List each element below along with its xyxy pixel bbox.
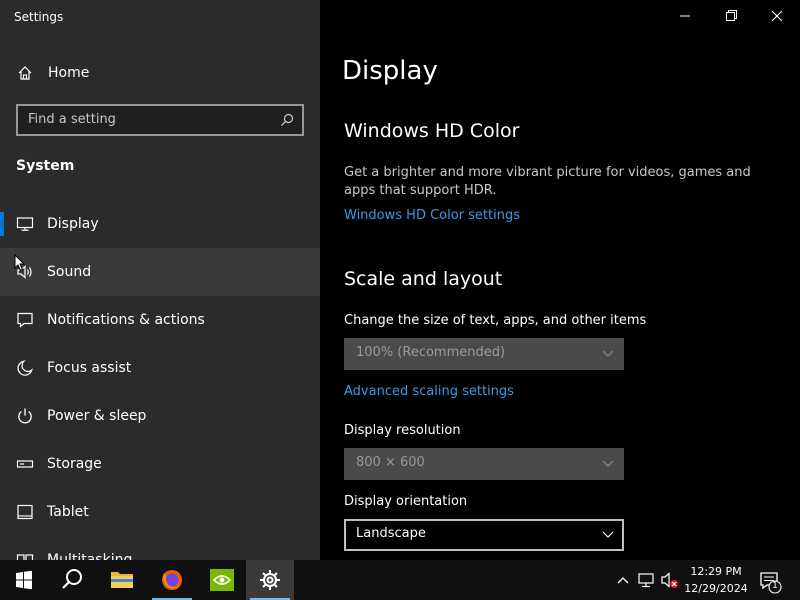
sidebar-item-label: Sound <box>47 264 92 280</box>
orientation-dropdown[interactable]: Landscape <box>344 519 624 551</box>
close-icon <box>771 10 783 22</box>
chevron-down-icon <box>602 531 614 538</box>
sidebar-item-display[interactable]: Display <box>0 200 320 248</box>
search-icon <box>281 113 294 126</box>
section-heading-system: System <box>16 158 75 174</box>
orientation-value: Landscape <box>356 526 426 541</box>
restore-button[interactable] <box>708 0 754 32</box>
sidebar-item-focus-assist[interactable]: Focus assist <box>0 344 320 392</box>
scale-value: 100% (Recommended) <box>356 345 506 360</box>
monitor-icon <box>16 217 34 231</box>
multitasking-icon <box>16 554 34 560</box>
home-icon <box>18 66 32 80</box>
text-size-label: Change the size of text, apps, and other… <box>344 313 647 328</box>
minimize-button[interactable] <box>662 0 708 32</box>
sidebar-item-label: Display <box>47 216 99 232</box>
search-button[interactable] <box>48 560 96 600</box>
sidebar-item-multitasking[interactable]: Multitasking <box>0 536 320 560</box>
action-center-icon <box>760 572 782 594</box>
minimize-icon <box>680 15 690 17</box>
scale-dropdown[interactable]: 100% (Recommended) <box>344 338 624 370</box>
restore-icon <box>726 10 737 21</box>
resolution-dropdown[interactable]: 800 × 600 <box>344 448 624 480</box>
sidebar-item-label: Tablet <box>47 504 89 520</box>
windows-logo-icon <box>16 570 32 590</box>
sidebar-item-storage[interactable]: Storage <box>0 440 320 488</box>
notification-icon <box>17 312 33 328</box>
resolution-value: 800 × 600 <box>356 455 425 470</box>
close-button[interactable] <box>754 0 800 32</box>
sidebar-item-label: Multitasking <box>47 552 133 560</box>
hd-color-settings-link[interactable]: Windows HD Color settings <box>344 208 520 223</box>
sidebar: Settings Home Find a setting System Disp… <box>0 0 320 560</box>
search-placeholder: Find a setting <box>28 112 116 127</box>
start-button[interactable] <box>0 560 48 600</box>
tablet-icon <box>17 504 33 520</box>
network-button[interactable] <box>636 560 658 600</box>
hd-color-description: Get a brighter and more vibrant picture … <box>344 165 751 198</box>
firefox-button[interactable] <box>148 560 196 600</box>
sidebar-item-power-sleep[interactable]: Power & sleep <box>0 392 320 440</box>
show-hidden-icons-button[interactable] <box>612 560 634 600</box>
chevron-down-icon <box>602 460 614 467</box>
sidebar-nav: Display Sound Notifications & actions Fo… <box>0 200 320 560</box>
chevron-up-icon <box>617 577 629 584</box>
content-pane: Display Windows HD Color Get a brighter … <box>320 0 800 560</box>
nvidia-button[interactable] <box>198 560 246 600</box>
sidebar-item-label: Notifications & actions <box>47 312 205 328</box>
clock-time: 12:29 PM <box>690 565 742 578</box>
folder-icon <box>111 572 133 588</box>
sidebar-item-label: Power & sleep <box>47 408 147 424</box>
action-center-button[interactable]: 1 <box>754 560 790 600</box>
nvidia-icon <box>210 569 234 591</box>
sidebar-item-label: Storage <box>47 456 102 472</box>
volume-button[interactable] <box>658 560 682 600</box>
home-button[interactable]: Home <box>0 56 320 90</box>
home-label: Home <box>48 65 90 81</box>
chevron-down-icon <box>602 350 614 357</box>
network-icon <box>638 573 654 588</box>
sidebar-item-tablet[interactable]: Tablet <box>0 488 320 536</box>
notification-count-badge: 1 <box>772 581 778 591</box>
mouse-cursor-icon <box>14 254 26 272</box>
clock-date: 12/29/2024 <box>684 582 748 595</box>
clock[interactable]: 12:29 PM 12/29/2024 <box>682 563 750 597</box>
gear-icon <box>260 570 280 590</box>
moon-icon <box>17 360 33 376</box>
page-title: Display <box>342 56 438 86</box>
search-input[interactable]: Find a setting <box>16 104 304 136</box>
volume-muted-icon <box>661 572 678 588</box>
storage-icon <box>16 460 34 468</box>
scale-layout-heading: Scale and layout <box>344 268 503 290</box>
sidebar-item-sound[interactable]: Sound <box>0 248 320 296</box>
selected-indicator <box>0 212 4 236</box>
power-icon <box>18 408 32 424</box>
settings-button[interactable] <box>246 560 294 600</box>
sidebar-item-notifications[interactable]: Notifications & actions <box>0 296 320 344</box>
advanced-scaling-link[interactable]: Advanced scaling settings <box>344 384 514 399</box>
resolution-label: Display resolution <box>344 423 461 438</box>
search-icon <box>62 569 82 589</box>
taskbar: 12:29 PM 12/29/2024 1 <box>0 560 800 600</box>
orientation-label: Display orientation <box>344 494 468 509</box>
hd-color-heading: Windows HD Color <box>344 120 520 142</box>
firefox-icon <box>162 570 182 590</box>
sidebar-item-label: Focus assist <box>47 360 132 376</box>
file-explorer-button[interactable] <box>98 560 146 600</box>
window-title: Settings <box>14 10 64 24</box>
